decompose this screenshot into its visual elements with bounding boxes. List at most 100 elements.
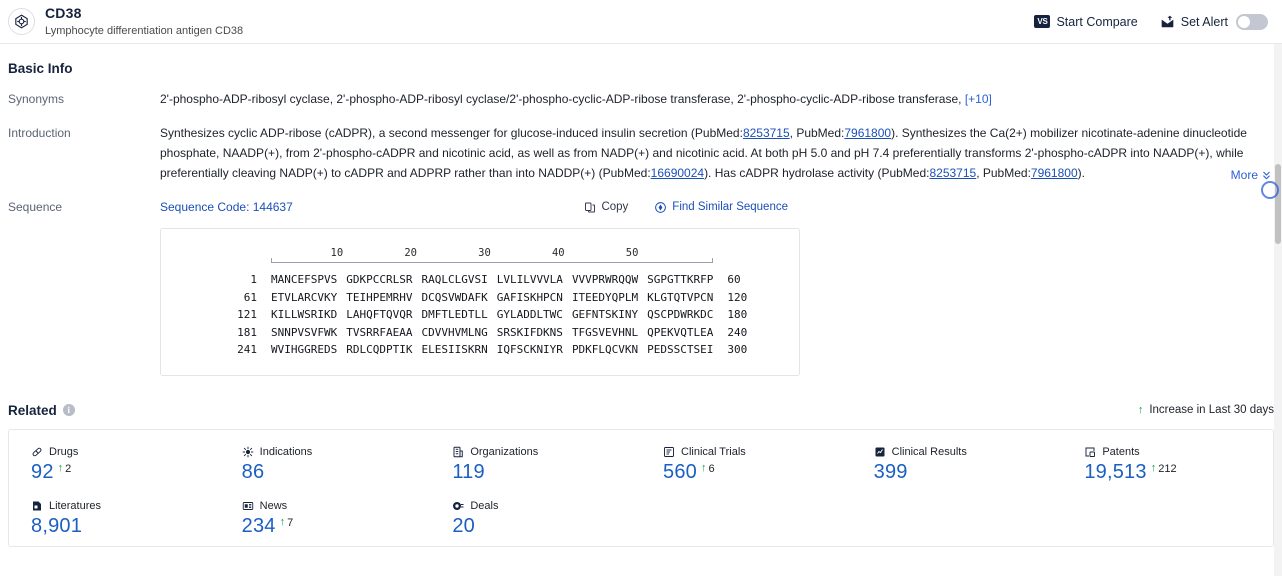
related-item-header: Organizations xyxy=(452,446,641,458)
related-item-label: Deals xyxy=(470,499,499,512)
related-item-header: Clinical Trials xyxy=(663,446,852,458)
set-alert-button[interactable]: Set Alert xyxy=(1160,13,1268,30)
header-titles: CD38 Lymphocyte differentiation antigen … xyxy=(45,5,243,36)
clinical-trial-icon xyxy=(663,446,675,458)
basic-info-title: Basic Info xyxy=(8,61,73,76)
sequence-start-index: 241 xyxy=(237,343,257,356)
sequence-chunk: KILLWSRIKD xyxy=(271,308,338,321)
synonyms-more-link[interactable]: [+10] xyxy=(965,92,992,106)
sequence-rows: 1 MANCEFSPVS GDKPCCRLSR RAQLCLGVSI LVLIL… xyxy=(161,271,799,359)
info-icon[interactable]: i xyxy=(62,404,75,416)
related-item-label: Organizations xyxy=(470,445,539,458)
related-item-value-row: 8,901 xyxy=(31,514,220,538)
copy-button[interactable]: Copy xyxy=(584,197,628,217)
related-item-value-row: 234 ↑ 7 xyxy=(242,514,431,538)
related-item-header: News xyxy=(242,500,431,512)
related-item-delta-value: 6 xyxy=(708,462,715,475)
sequence-line: 121 KILLWSRIKD LAHQFTQVQR DMFTLEDTLL GYL… xyxy=(161,306,799,324)
related-item-patents[interactable]: Patents 19,513 ↑ 212 xyxy=(1062,442,1273,492)
sequence-end-index: 300 xyxy=(727,343,748,356)
deal-icon xyxy=(452,500,464,512)
page-scrollbar[interactable] xyxy=(1274,44,1282,576)
start-compare-button[interactable]: VS Start Compare xyxy=(1034,15,1138,29)
alert-toggle[interactable] xyxy=(1236,13,1268,30)
related-item-value: 20 xyxy=(452,514,475,537)
pubmed-link-3[interactable]: 16690024 xyxy=(651,166,704,180)
sequence-chunk: ETVLARCVKY xyxy=(271,290,338,304)
sequence-chunks: WVIHGGREDS RDLCQDPTIK ELESIISKRN IQFSCKN… xyxy=(271,341,713,359)
related-item-value: 8,901 xyxy=(31,514,83,537)
pubmed-link-2[interactable]: 7961800 xyxy=(844,126,891,140)
sequence-chunk: WVIHGGREDS xyxy=(271,343,338,356)
building-icon xyxy=(452,446,464,458)
related-item-deals[interactable]: Deals 20 xyxy=(430,496,641,546)
related-item-drugs[interactable]: Drugs 92 ↑ 2 xyxy=(9,442,220,492)
sequence-chunk: IQFSCKNIYR xyxy=(496,343,563,356)
sequence-start-index: 121 xyxy=(237,308,257,321)
ruler-tick-10: 10 xyxy=(330,247,344,259)
related-item-header: Indications xyxy=(242,446,431,458)
sequence-line: 61 ETVLARCVKY TEIHPEMRHV DCQSVWDAFK GAFI… xyxy=(161,289,799,307)
introduction-more-label: More xyxy=(1230,168,1258,182)
pubmed-link-1[interactable]: 8253715 xyxy=(743,126,790,140)
virus-icon xyxy=(242,446,254,458)
related-item-value-row: 119 xyxy=(452,460,641,484)
target-crosshair-icon xyxy=(8,8,35,35)
arrow-up-icon: ↑ xyxy=(279,515,286,528)
related-item-value-row: 399 xyxy=(874,460,1063,484)
related-item-organizations[interactable]: Organizations 119 xyxy=(430,442,641,492)
sequence-tools: Copy Find Similar Sequence xyxy=(584,197,788,217)
scrollbar-thumb[interactable] xyxy=(1275,164,1281,244)
main-content: Basic Info Synonyms 2'-phospho-ADP-ribos… xyxy=(0,44,1282,547)
related-item-delta: ↑ 2 xyxy=(57,461,72,475)
related-item-delta: ↑ 212 xyxy=(1151,462,1177,475)
sequence-code[interactable]: Sequence Code: 144637 xyxy=(160,197,293,217)
related-item-clinical-results[interactable]: Clinical Results 399 xyxy=(852,442,1063,492)
arrow-up-icon: ↑ xyxy=(57,461,64,474)
related-item-delta: ↑ 7 xyxy=(279,515,294,529)
sequence-chunk: QSCPDWRKDC xyxy=(647,308,714,321)
find-similar-sequence-button[interactable]: Find Similar Sequence xyxy=(654,197,788,217)
clinical-result-icon xyxy=(874,446,886,458)
sequence-value: Sequence Code: 144637 Copy Find Similar … xyxy=(160,197,1274,376)
related-item-clinical-trials[interactable]: Clinical Trials 560 ↑ 6 xyxy=(641,442,852,492)
arrow-up-icon: ↑ xyxy=(1137,403,1144,416)
related-item-value-row: 19,513 ↑ 212 xyxy=(1084,460,1273,484)
sequence-chunk: PDKFLQCVKN xyxy=(571,343,639,356)
introduction-part-6: ). xyxy=(1077,166,1085,180)
related-item-value: 19,513 xyxy=(1084,460,1147,483)
sequence-chunk: SRSKIFDKNS xyxy=(496,325,563,339)
sequence-ruler: 10 20 30 40 50 xyxy=(271,243,713,265)
introduction-label: Introduction xyxy=(8,126,71,140)
alert-bell-icon xyxy=(1160,15,1175,29)
pubmed-link-4[interactable]: 8253715 xyxy=(929,166,976,180)
sequence-chunk: VVVPRWRQQW xyxy=(571,273,639,286)
related-item-literatures[interactable]: Literatures 8,901 xyxy=(9,496,220,546)
related-item-label: Drugs xyxy=(49,445,79,458)
related-legend: ↑ Increase in Last 30 days xyxy=(1138,404,1274,416)
related-item-value: 234 xyxy=(241,514,276,537)
arrow-up-icon: ↑ xyxy=(700,461,707,474)
pubmed-link-5[interactable]: 7961800 xyxy=(1031,166,1078,180)
sequence-header: Sequence Code: 144637 Copy Find Similar … xyxy=(160,197,1274,217)
sequence-chunks: ETVLARCVKY TEIHPEMRHV DCQSVWDAFK GAFISKH… xyxy=(271,289,713,307)
related-item-label: Literatures xyxy=(49,499,101,512)
sequence-chunk: GEFNTSKINY xyxy=(571,308,639,321)
related-item-news[interactable]: News 234 ↑ 7 xyxy=(220,496,431,546)
sequence-line: 181 SNNPVSVFWK TVSRRFAEAA CDVVHVMLNG SRS… xyxy=(161,324,799,342)
introduction-part-1: Synthesizes cyclic ADP-ribose (cADPR), a… xyxy=(160,126,743,140)
literature-icon xyxy=(31,500,43,512)
synonyms-value: 2'-phospho-ADP-ribosyl cyclase, 2'-phosp… xyxy=(160,89,1274,109)
sequence-chunk: PEDSSCTSEI xyxy=(647,343,714,356)
related-item-indications[interactable]: Indications 86 xyxy=(220,442,431,492)
patent-icon xyxy=(1084,446,1096,458)
copy-label: Copy xyxy=(601,201,629,213)
basic-info-rows: Synonyms 2'-phospho-ADP-ribosyl cyclase,… xyxy=(0,89,1282,376)
related-legend-label: Increase in Last 30 days xyxy=(1149,404,1274,416)
double-chevron-down-icon xyxy=(1261,170,1272,181)
introduction-value: Synthesizes cyclic ADP-ribose (cADPR), a… xyxy=(160,123,1274,183)
sequence-chunk: GYLADDLTWC xyxy=(496,308,563,321)
related-item-label: Indications xyxy=(259,445,313,458)
related-item-delta-value: 2 xyxy=(65,462,72,475)
sequence-end-index: 120 xyxy=(727,290,748,304)
